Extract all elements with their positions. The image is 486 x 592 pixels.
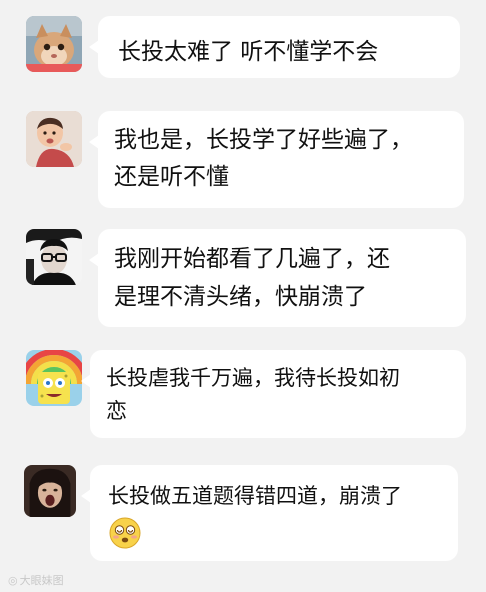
weibo-icon: ◎ xyxy=(8,574,18,587)
message-text: 我刚开始都看了几遍了，还 xyxy=(114,246,390,272)
message-text: 是理不清头绪，快崩溃了 xyxy=(114,284,367,310)
screaming-face-avatar-icon[interactable] xyxy=(24,465,76,517)
message-bubble[interactable]: 长投太难了 听不懂学不会 xyxy=(89,16,460,78)
cat-avatar-icon[interactable] xyxy=(26,16,82,72)
message-text: 我也是，长投学了好些遍了， xyxy=(114,127,413,153)
message-text: 长投虐我千万遍，我待长投如初 xyxy=(106,366,400,390)
spongebob-rainbow-avatar-icon[interactable] xyxy=(26,350,82,406)
message-bubble[interactable]: 我也是，长投学了好些遍了， 还是听不懂 xyxy=(89,111,464,208)
message-bubble[interactable]: 长投虐我千万遍，我待长投如初 恋 xyxy=(81,350,466,438)
baby-avatar-icon[interactable] xyxy=(26,111,82,167)
watermark: ◎ 大眼妹图 xyxy=(8,572,64,588)
man-glasses-avatar-icon[interactable] xyxy=(26,229,82,285)
message-text: 长投太难了 听不懂学不会 xyxy=(118,39,379,65)
emoji-line xyxy=(108,515,458,550)
message-bubble[interactable]: 我刚开始都看了几遍了，还 是理不清头绪，快崩溃了 xyxy=(89,229,466,327)
message-text: 恋 xyxy=(106,399,127,423)
message-text: 还是听不懂 xyxy=(114,164,229,190)
watermark-text: 大眼妹图 xyxy=(19,574,64,587)
dizzy-face-emoji-icon xyxy=(108,516,142,550)
message-bubble[interactable]: 长投做五道题得错四道，崩溃了 xyxy=(81,465,458,561)
message-text: 长投做五道题得错四道，崩溃了 xyxy=(108,484,402,508)
